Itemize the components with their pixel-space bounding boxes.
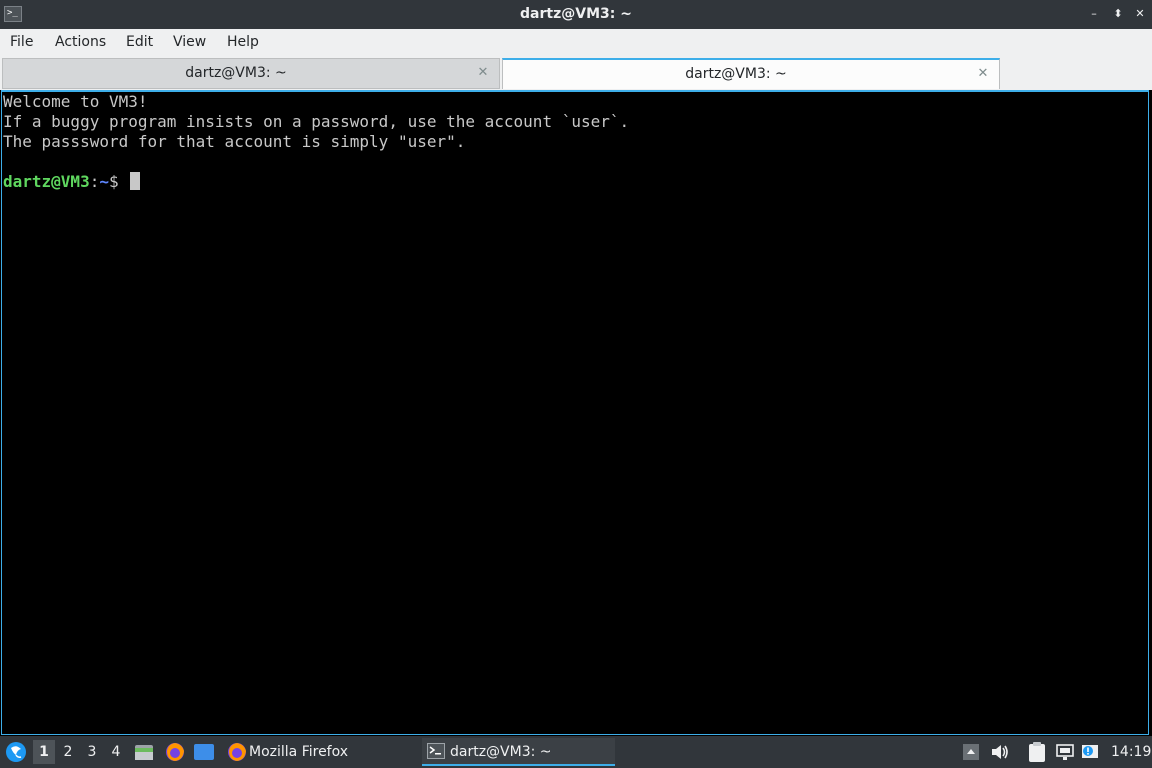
terminal-line: If a buggy program insists on a password… [3, 112, 630, 131]
desktop-1-button[interactable]: 1 [33, 740, 55, 764]
start-menu-icon[interactable] [5, 741, 27, 763]
prompt-symbol: $ [108, 172, 129, 191]
network-icon[interactable] [1055, 742, 1075, 762]
minimize-button[interactable]: – [1086, 6, 1102, 22]
firefox-icon [228, 743, 246, 761]
terminal-icon [427, 743, 445, 759]
menu-actions[interactable]: Actions [55, 29, 106, 56]
terminal-line: Welcome to VM3! [3, 92, 148, 111]
window-titlebar[interactable]: >_ dartz@VM3: ~ – ⬍ ✕ [0, 0, 1152, 29]
maximize-button[interactable]: ⬍ [1110, 6, 1126, 22]
file-manager-icon[interactable] [134, 742, 154, 762]
volume-icon[interactable] [990, 742, 1010, 762]
clipboard-icon[interactable] [1027, 741, 1047, 763]
terminal-line: The passsword for that account is simply… [3, 132, 466, 151]
task-firefox[interactable]: Mozilla Firefox [222, 738, 414, 766]
desktop-3-button[interactable]: 3 [81, 740, 103, 764]
task-terminal[interactable]: dartz@VM3: ~ [422, 738, 615, 766]
menu-file[interactable]: File [10, 29, 33, 56]
desktop-2-button[interactable]: 2 [57, 740, 79, 764]
tab-terminal-1[interactable]: dartz@VM3: ~ ✕ [2, 58, 500, 89]
taskbar: 1 2 3 4 Mozilla Firefox dartz@VM3: ~ 14:… [0, 736, 1152, 768]
terminal-output[interactable]: Welcome to VM3! If a buggy program insis… [1, 90, 1149, 735]
tray-expand-icon[interactable] [962, 743, 980, 761]
menu-bar: File Actions Edit View Help [0, 29, 1152, 56]
menu-view[interactable]: View [173, 29, 206, 56]
show-desktop-icon[interactable] [193, 743, 215, 761]
prompt-user-host: dartz@VM3 [3, 172, 90, 191]
desktop-4-button[interactable]: 4 [105, 740, 127, 764]
task-label: dartz@VM3: ~ [450, 744, 552, 760]
terminal-prompt: dartz@VM3:~$ [3, 172, 141, 192]
tab-terminal-2[interactable]: dartz@VM3: ~ ✕ [502, 58, 1000, 89]
menu-help[interactable]: Help [227, 29, 259, 56]
terminal-cursor [130, 172, 141, 190]
notification-icon[interactable] [1080, 742, 1100, 762]
window-title: dartz@VM3: ~ [520, 6, 632, 22]
prompt-path: ~ [99, 172, 109, 191]
clock[interactable]: 14:19 [1111, 736, 1151, 768]
menu-edit[interactable]: Edit [126, 29, 153, 56]
tab-bar: dartz@VM3: ~ ✕ dartz@VM3: ~ ✕ [0, 56, 1152, 90]
tab-label: dartz@VM3: ~ [185, 65, 287, 81]
tab-close-icon[interactable]: ✕ [475, 65, 491, 81]
tab-close-icon[interactable]: ✕ [975, 66, 991, 82]
close-button[interactable]: ✕ [1132, 6, 1148, 22]
task-label: Mozilla Firefox [249, 744, 349, 760]
tab-label: dartz@VM3: ~ [685, 66, 787, 82]
firefox-launcher-icon[interactable] [164, 741, 186, 763]
prompt-separator: : [89, 172, 100, 191]
